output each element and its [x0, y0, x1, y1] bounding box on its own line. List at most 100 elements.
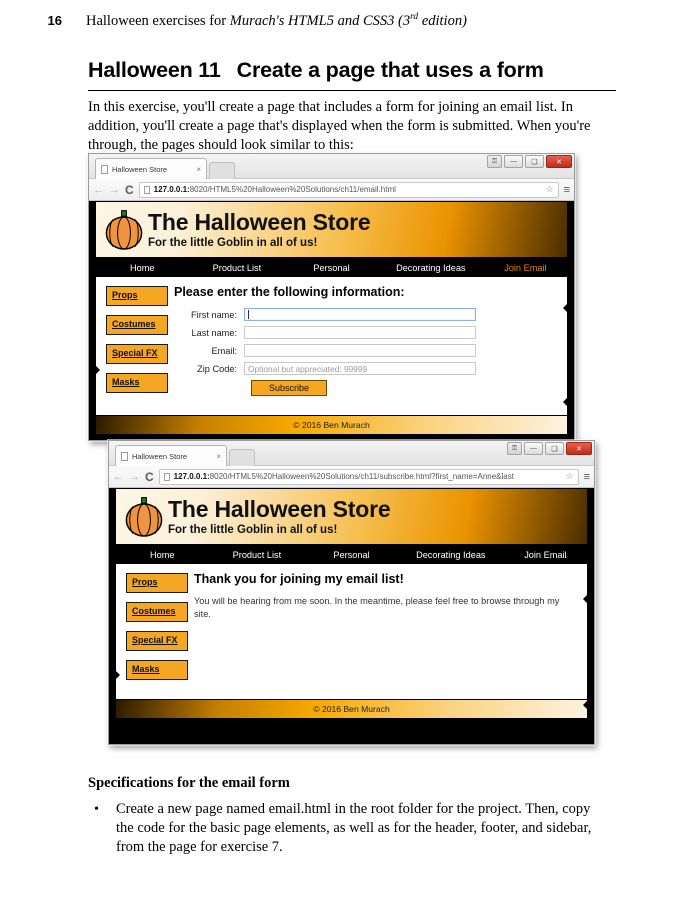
tab-label: Halloween Store [132, 451, 188, 461]
sidebar-item-special-fx[interactable]: Special FX [126, 631, 188, 651]
torn-edge-right-icon [583, 694, 594, 716]
site-nav[interactable]: Home Product List Personal Decorating Id… [95, 258, 568, 277]
site-title: The Halloween Store [168, 495, 391, 522]
forward-icon[interactable]: → [129, 471, 140, 483]
specifications-list: • Create a new page named email.html in … [88, 800, 600, 857]
nav-item-home[interactable]: Home [115, 550, 210, 560]
running-header: 16 Halloween exercises for Murach's HTML… [0, 12, 696, 30]
close-window-button[interactable]: ✕ [546, 155, 572, 168]
nav-item-personal[interactable]: Personal [304, 550, 399, 560]
site-footer: © 2016 Ben Murach [115, 699, 588, 719]
site-header: The Halloween Store For the little Gobli… [115, 488, 588, 545]
browser-toolbar: ← → C 127.0.0.1:8020/HTML5%20Halloween%2… [109, 466, 594, 488]
browser-window-subscribe[interactable]: Halloween Store × ⚿ — ❑ ✕ ← → C 127.0.0.… [108, 440, 595, 745]
subscribe-button[interactable]: Subscribe [251, 380, 328, 396]
forward-icon[interactable]: → [109, 184, 120, 196]
thankyou-heading: Thank you for joining my email list! [194, 572, 404, 586]
address-bar[interactable]: 127.0.0.1:8020/HTML5%20Halloween%20Solut… [158, 468, 579, 485]
torn-edge-left-icon [109, 542, 120, 564]
close-tab-icon[interactable]: × [216, 452, 221, 461]
email-label: Email: [211, 345, 237, 356]
new-tab-button[interactable] [229, 449, 255, 466]
pumpkin-logo-icon [125, 496, 163, 537]
zip-code-input[interactable]: Optional but appreciated: 99999 [244, 362, 476, 375]
browser-menu-icon[interactable]: ≡ [584, 471, 590, 483]
torn-edge-left-icon [89, 359, 100, 381]
exercise-label: Halloween 11 [88, 58, 221, 82]
sidebar-item-costumes[interactable]: Costumes [126, 602, 188, 622]
page-favicon-icon [101, 164, 108, 174]
reload-icon[interactable]: C [125, 183, 134, 197]
bookmark-star-icon[interactable]: ☆ [566, 471, 574, 482]
site-header: The Halloween Store For the little Gobli… [95, 201, 568, 258]
sidebar-item-props[interactable]: Props [106, 286, 168, 306]
specifications-heading: Specifications for the email form [88, 775, 290, 791]
back-icon[interactable]: ← [113, 471, 124, 483]
nav-item-join-email[interactable]: Join Email [483, 263, 568, 273]
site-sidebar: Props Costumes Special FX Masks [96, 277, 174, 415]
page-favicon-icon [121, 451, 128, 461]
nav-item-product-list[interactable]: Product List [210, 550, 305, 560]
last-name-label: Last name: [191, 327, 237, 338]
site-container: The Halloween Store For the little Gobli… [115, 488, 588, 719]
browser-toolbar: ← → C 127.0.0.1:8020/HTML5%20Halloween%2… [89, 179, 574, 201]
site-favicon-icon [163, 472, 170, 481]
torn-edge-right-icon [563, 391, 574, 413]
site-container: The Halloween Store For the little Gobli… [95, 201, 568, 435]
sidebar-item-special-fx[interactable]: Special FX [106, 344, 168, 364]
site-tagline: For the little Goblin in all of us! [148, 236, 318, 249]
browser-menu-icon[interactable]: ≡ [564, 184, 570, 196]
nav-item-decorating-ideas[interactable]: Decorating Ideas [379, 263, 483, 273]
page-number: 16 [47, 12, 62, 28]
browser-window-email[interactable]: Halloween Store × ⚿ — ❑ ✕ ← → C 127.0.0.… [88, 153, 575, 441]
torn-edge-right-icon [583, 588, 594, 610]
site-nav[interactable]: Home Product List Personal Decorating Id… [115, 545, 588, 564]
site-sidebar: Props Costumes Special FX Masks [116, 564, 194, 699]
sidebar-item-props[interactable]: Props [126, 573, 188, 593]
list-item-text: Create a new page named email.html in th… [116, 801, 592, 855]
torn-edge-left-icon [109, 664, 120, 686]
form-row-email: Email: [174, 344, 557, 357]
torn-edge-left-icon [89, 251, 100, 273]
form-actions: Subscribe [174, 380, 557, 396]
list-item: • Create a new page named email.html in … [88, 800, 600, 857]
nav-item-decorating-ideas[interactable]: Decorating Ideas [399, 550, 503, 560]
nav-item-join-email[interactable]: Join Email [503, 550, 588, 560]
first-name-input[interactable] [244, 308, 476, 321]
maximize-button[interactable]: ❑ [525, 155, 544, 168]
browser-tabstrip: Halloween Store × ⚿ — ❑ ✕ [89, 154, 574, 179]
last-name-input[interactable] [244, 326, 476, 339]
bookmark-star-icon[interactable]: ☆ [546, 184, 554, 195]
back-icon[interactable]: ← [93, 184, 104, 196]
runhead-book-title: Murach's HTML5 and CSS3 (3rd edition) [229, 12, 467, 29]
browser-tab-active[interactable]: Halloween Store × [115, 445, 227, 466]
sidebar-item-masks[interactable]: Masks [126, 660, 188, 680]
nav-item-product-list[interactable]: Product List [190, 263, 285, 273]
nav-item-home[interactable]: Home [95, 263, 190, 273]
nav-item-personal[interactable]: Personal [284, 263, 379, 273]
pumpkin-logo-icon [105, 209, 143, 250]
reload-icon[interactable]: C [145, 470, 154, 484]
minimize-button[interactable]: — [504, 155, 523, 168]
sidebar-item-costumes[interactable]: Costumes [106, 315, 168, 335]
email-input[interactable] [244, 344, 476, 357]
window-controls: ⚿ — ❑ ✕ [487, 155, 572, 168]
form-row-last-name: Last name: [174, 326, 557, 339]
site-branding: The Halloween Store For the little Gobli… [168, 495, 391, 537]
address-bar[interactable]: 127.0.0.1:8020/HTML5%20Halloween%20Solut… [138, 181, 559, 198]
minimize-button[interactable]: — [524, 442, 543, 455]
new-tab-button[interactable] [209, 162, 235, 179]
window-lock-icon[interactable]: ⚿ [487, 155, 502, 168]
form-row-first-name: First name: [174, 308, 557, 321]
form-row-zip-code: Zip Code: Optional but appreciated: 9999… [174, 362, 557, 375]
site-branding: The Halloween Store For the little Gobli… [148, 209, 371, 250]
maximize-button[interactable]: ❑ [545, 442, 564, 455]
close-window-button[interactable]: ✕ [566, 442, 592, 455]
browser-tab-active[interactable]: Halloween Store × [95, 158, 207, 179]
browser-tabstrip: Halloween Store × ⚿ — ❑ ✕ [109, 441, 594, 466]
sidebar-item-masks[interactable]: Masks [106, 373, 168, 393]
window-lock-icon[interactable]: ⚿ [507, 442, 522, 455]
torn-edge-right-icon [563, 297, 574, 319]
close-tab-icon[interactable]: × [196, 165, 201, 174]
window-controls: ⚿ — ❑ ✕ [507, 442, 592, 455]
